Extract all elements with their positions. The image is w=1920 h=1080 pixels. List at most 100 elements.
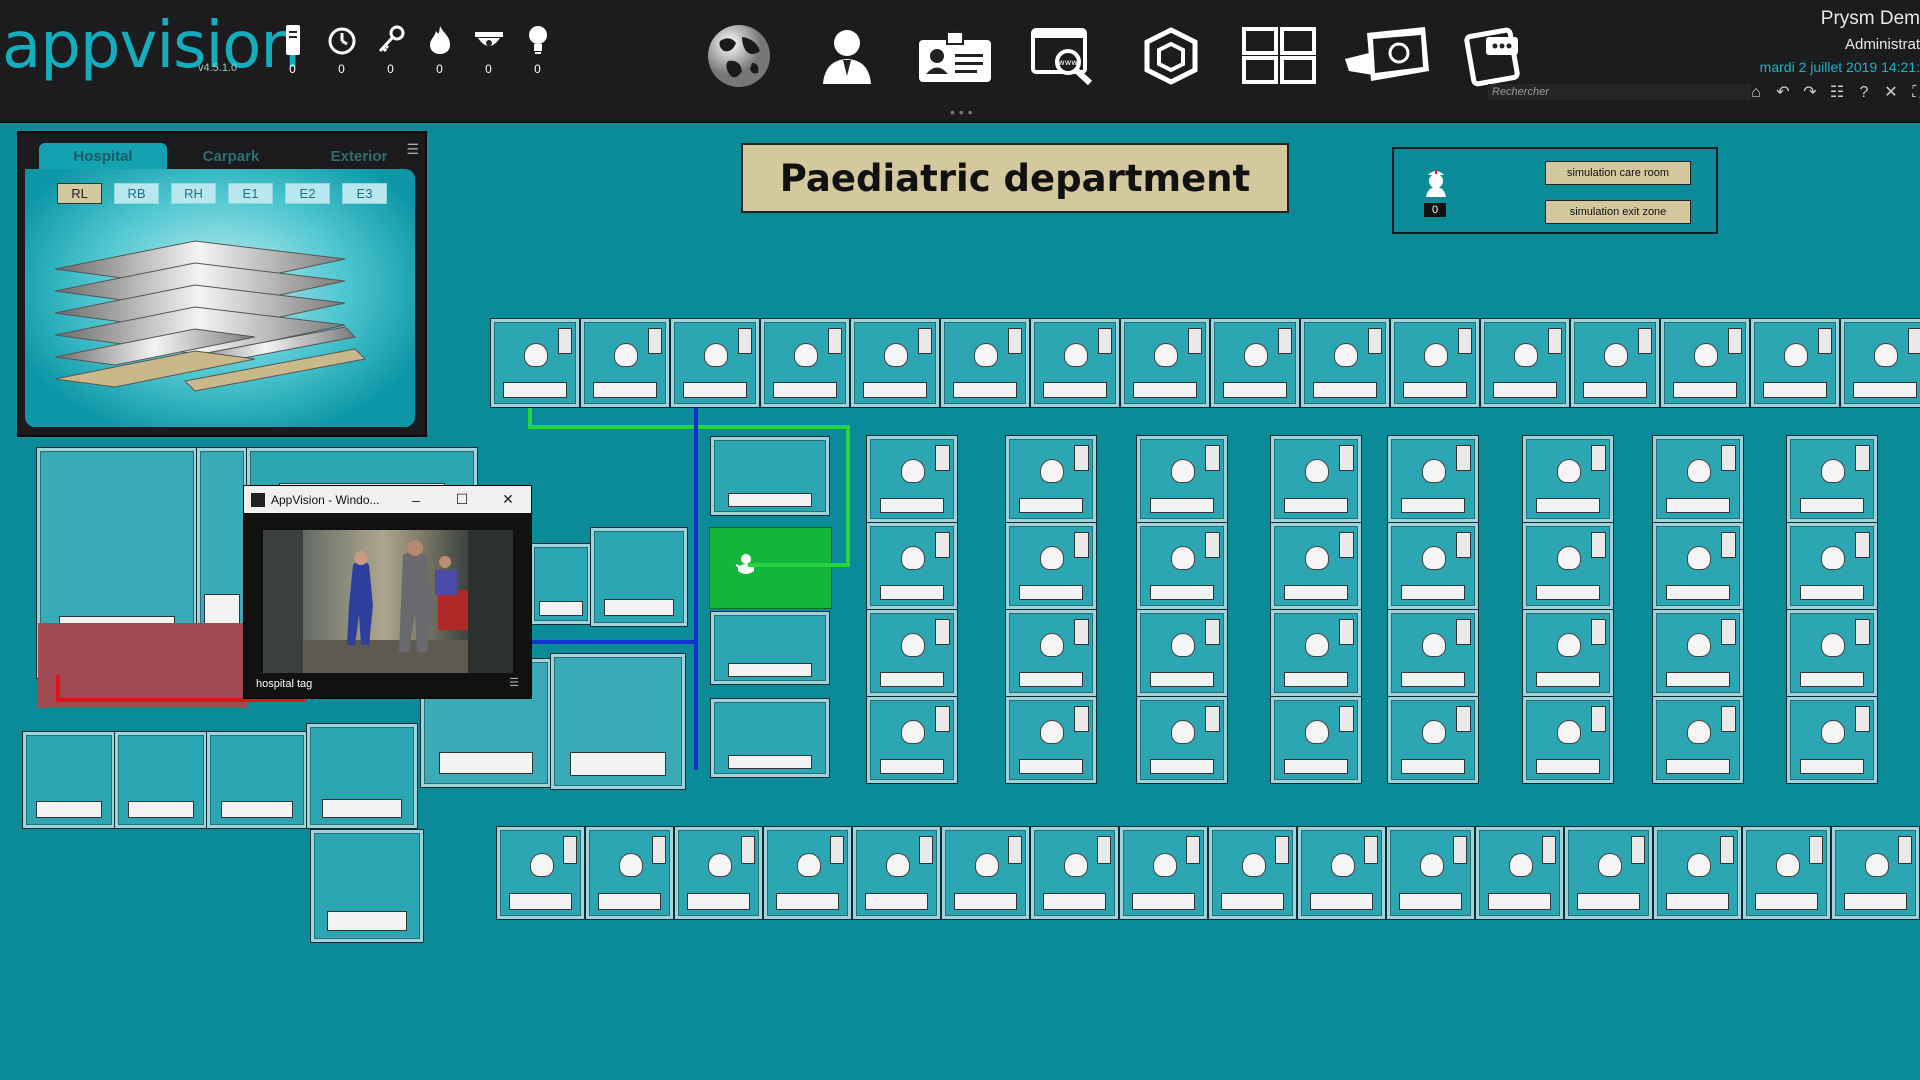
- patient-room[interactable]: [866, 522, 958, 610]
- patient-room[interactable]: [1522, 435, 1614, 523]
- patient-room[interactable]: [1270, 522, 1362, 610]
- room[interactable]: [310, 829, 424, 943]
- panel-menu-icon[interactable]: ☰: [406, 141, 419, 158]
- patient-room[interactable]: [1030, 318, 1120, 408]
- nav-globe[interactable]: [685, 20, 793, 92]
- patient-room[interactable]: [866, 435, 958, 523]
- nav-users[interactable]: [793, 20, 901, 92]
- patient-room[interactable]: [1570, 318, 1660, 408]
- counter-server[interactable]: 0: [268, 24, 317, 76]
- counter-timer[interactable]: 0: [317, 24, 366, 76]
- camera-window-titlebar[interactable]: AppVision - Windo... – ☐ ✕: [244, 486, 531, 513]
- settings-list-icon[interactable]: ☷: [1826, 84, 1848, 102]
- redo-icon[interactable]: ↷: [1799, 84, 1821, 102]
- patient-room[interactable]: [674, 826, 763, 920]
- tab-exterior[interactable]: Exterior: [295, 143, 423, 169]
- floor-layers-graphic[interactable]: [55, 219, 385, 409]
- counter-camera[interactable]: 0: [464, 24, 513, 76]
- patient-room[interactable]: [1210, 318, 1300, 408]
- alarm-zone[interactable]: [38, 623, 248, 708]
- patient-room[interactable]: [1005, 435, 1097, 523]
- patient-room[interactable]: [1386, 826, 1475, 920]
- patient-room[interactable]: [1652, 522, 1744, 610]
- room[interactable]: [710, 611, 830, 685]
- patient-room[interactable]: [941, 826, 1030, 920]
- room[interactable]: [710, 698, 830, 778]
- patient-room[interactable]: [1786, 696, 1878, 784]
- patient-room[interactable]: [1297, 826, 1386, 920]
- nav-tablet[interactable]: [1441, 20, 1549, 92]
- tab-carpark[interactable]: Carpark: [167, 143, 295, 169]
- patient-room[interactable]: [585, 826, 674, 920]
- patient-room[interactable]: [1390, 318, 1480, 408]
- home-icon[interactable]: ⌂: [1745, 84, 1767, 102]
- patient-room[interactable]: [1136, 522, 1228, 610]
- patient-room[interactable]: [1136, 435, 1228, 523]
- room[interactable]: [710, 436, 830, 516]
- patient-room[interactable]: [670, 318, 760, 408]
- patient-room[interactable]: [763, 826, 852, 920]
- patient-room[interactable]: [1564, 826, 1653, 920]
- level-button-rb[interactable]: RB: [114, 183, 159, 204]
- patient-room[interactable]: [1652, 435, 1744, 523]
- patient-room[interactable]: [1831, 826, 1920, 920]
- nav-web[interactable]: www: [1009, 20, 1117, 92]
- patient-room[interactable]: [1005, 696, 1097, 784]
- maximize-button[interactable]: ☐: [439, 491, 485, 508]
- level-button-e3[interactable]: E3: [342, 183, 387, 204]
- patient-room[interactable]: [1840, 318, 1920, 408]
- help-icon[interactable]: ?: [1853, 84, 1875, 102]
- patient-room[interactable]: [490, 318, 580, 408]
- close-button[interactable]: ✕: [485, 491, 531, 508]
- patient-room[interactable]: [1652, 609, 1744, 697]
- patient-room[interactable]: [1005, 522, 1097, 610]
- undo-icon[interactable]: ↶: [1772, 84, 1794, 102]
- patient-room[interactable]: [1119, 826, 1208, 920]
- patient-room[interactable]: [1786, 609, 1878, 697]
- camera-video-feed[interactable]: [263, 530, 513, 673]
- room[interactable]: [206, 731, 308, 829]
- patient-room[interactable]: [1522, 522, 1614, 610]
- patient-room[interactable]: [1270, 609, 1362, 697]
- room[interactable]: [590, 527, 688, 627]
- patient-room[interactable]: [1300, 318, 1390, 408]
- room[interactable]: [196, 447, 248, 649]
- patient-room[interactable]: [1270, 696, 1362, 784]
- level-button-e2[interactable]: E2: [285, 183, 330, 204]
- patient-room[interactable]: [850, 318, 940, 408]
- patient-room[interactable]: [1480, 318, 1570, 408]
- patient-room[interactable]: [1660, 318, 1750, 408]
- patient-room[interactable]: [1387, 609, 1479, 697]
- patient-room[interactable]: [1786, 435, 1878, 523]
- patient-room[interactable]: [1653, 826, 1742, 920]
- room[interactable]: [306, 723, 418, 829]
- alarm-room[interactable]: [709, 527, 832, 609]
- counter-fire[interactable]: 0: [415, 24, 464, 76]
- nav-map[interactable]: [1333, 20, 1441, 92]
- room[interactable]: [22, 731, 116, 829]
- room[interactable]: [550, 653, 686, 790]
- nav-badges[interactable]: [901, 20, 1009, 92]
- counter-key[interactable]: 0: [366, 24, 415, 76]
- patient-room[interactable]: [1005, 609, 1097, 697]
- patient-room[interactable]: [496, 826, 585, 920]
- room[interactable]: [114, 731, 208, 829]
- patient-room[interactable]: [866, 609, 958, 697]
- patient-room[interactable]: [1208, 826, 1297, 920]
- patient-room[interactable]: [580, 318, 670, 408]
- patient-room[interactable]: [1387, 435, 1479, 523]
- patient-room[interactable]: [1387, 696, 1479, 784]
- patient-room[interactable]: [1522, 609, 1614, 697]
- patient-room[interactable]: [1030, 826, 1119, 920]
- level-button-e1[interactable]: E1: [228, 183, 273, 204]
- simulation-exit-zone-button[interactable]: simulation exit zone: [1545, 200, 1691, 224]
- tab-hospital[interactable]: Hospital: [39, 143, 167, 169]
- room[interactable]: [530, 543, 592, 625]
- patient-room[interactable]: [760, 318, 850, 408]
- minimize-button[interactable]: –: [393, 492, 439, 508]
- patient-room[interactable]: [1475, 826, 1564, 920]
- patient-room[interactable]: [1652, 696, 1744, 784]
- patient-room[interactable]: [1742, 826, 1831, 920]
- tools-icon[interactable]: ✕: [1880, 84, 1902, 102]
- search-input[interactable]: [1488, 84, 1751, 100]
